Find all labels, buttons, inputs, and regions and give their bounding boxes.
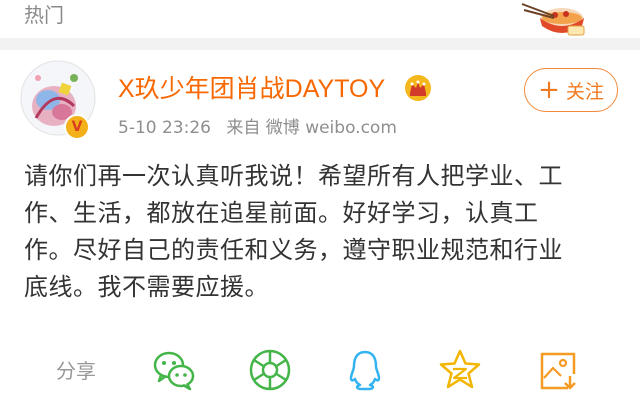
plus-icon: +	[538, 75, 560, 105]
avatar-image	[20, 60, 96, 136]
wechat-icon[interactable]	[152, 348, 196, 392]
post-meta: 5-10 23:26 来自 微博 weibo.com	[118, 116, 407, 140]
post-timestamp: 5-10 23:26	[118, 118, 211, 138]
qzone-icon[interactable]	[438, 348, 482, 392]
moments-icon[interactable]	[248, 348, 292, 392]
post-text: 请你们再一次认真听我说！希望所有人把学业、工 作、生活，都放在追星前面。好好学习…	[24, 162, 563, 301]
follow-label: 关注	[565, 80, 604, 103]
avatar[interactable]	[14, 56, 104, 146]
top-header: 热门	[0, 0, 640, 38]
share-bar: 分享	[0, 340, 640, 400]
follow-button[interactable]: + 关注	[524, 68, 618, 112]
food-mascot-icon	[521, 3, 585, 36]
crown-icon	[405, 75, 431, 101]
post-source: 来自 微博 weibo.com	[226, 118, 397, 138]
username[interactable]: X玖少年团肖战DAYTOY	[118, 73, 385, 105]
save-image-icon[interactable]	[536, 348, 580, 392]
weibo-post-page: { "header": { "section_label": "热门" }, "…	[0, 0, 640, 415]
section-label-hot: 热门	[24, 3, 64, 27]
share-label: 分享	[56, 359, 96, 383]
verified-badge-icon: V	[64, 114, 90, 140]
qq-icon[interactable]	[343, 348, 387, 392]
section-divider	[0, 38, 640, 50]
